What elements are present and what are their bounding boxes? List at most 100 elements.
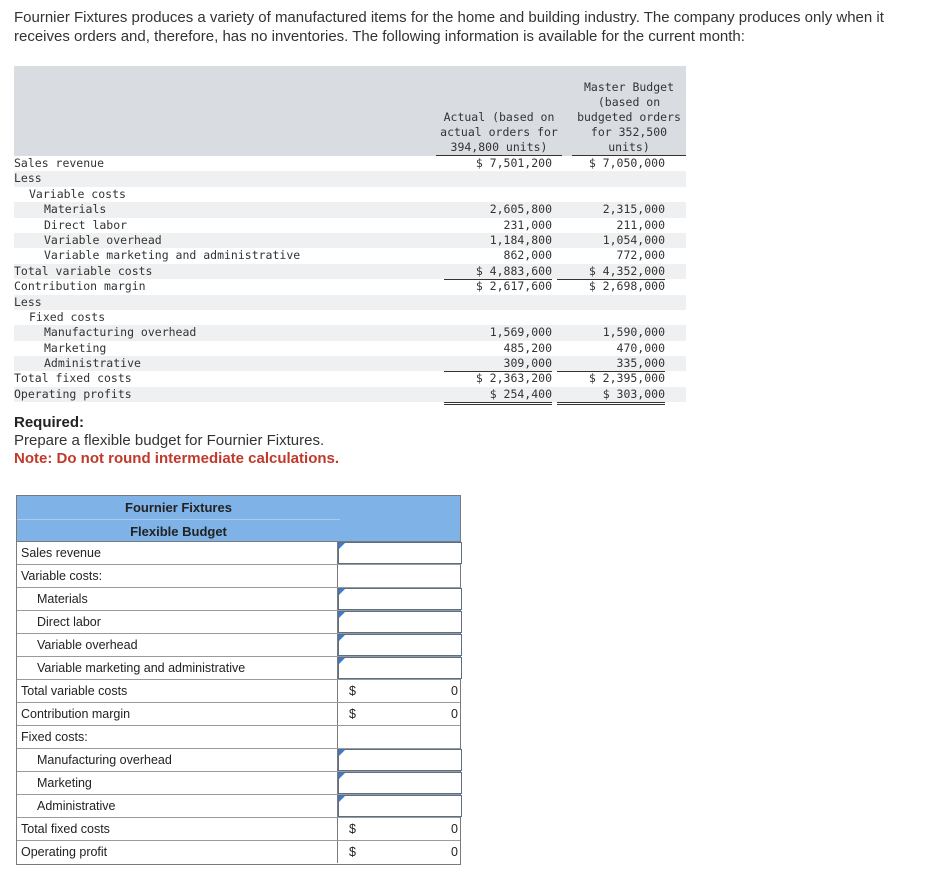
calculated-value: $0 (338, 818, 461, 840)
input-marker-icon (339, 635, 345, 641)
data-table-row: Administrative 309,000 335,000 (14, 356, 686, 373)
input-marker-icon (339, 750, 345, 756)
master-value: 2,315,000 (602, 202, 665, 217)
answer-row: Total fixed costs $0 (17, 818, 460, 841)
row-label: Variable marketing and administrative (44, 248, 301, 263)
answer-row-label: Fixed costs: (21, 730, 88, 744)
answer-row-label: Variable overhead (37, 638, 138, 652)
answer-row-label: Sales revenue (21, 546, 101, 560)
calculated-number: 0 (451, 822, 458, 836)
master-value: $ 2,698,000 (588, 279, 665, 294)
master-header-line: for 352,500 (590, 125, 668, 139)
answer-input-field[interactable] (338, 634, 462, 656)
answer-input-field[interactable] (338, 657, 462, 679)
dollar-sign: $ (349, 707, 356, 721)
answer-value-cell (337, 795, 462, 817)
actual-header-line: Actual (based on (443, 110, 555, 124)
answer-row: Contribution margin $0 (17, 703, 460, 726)
data-table-row: Marketing 485,200 470,000 (14, 341, 686, 356)
input-marker-icon (339, 796, 345, 802)
master-header-line: Master Budget (583, 80, 674, 94)
answer-input-field[interactable] (338, 588, 462, 610)
answer-row: Variable costs: (17, 565, 460, 588)
answer-row: Total variable costs $0 (17, 680, 460, 703)
answer-row: Administrative (17, 795, 462, 818)
data-table-row: Variable overhead 1,184,800 1,054,000 (14, 232, 686, 249)
answer-row-label: Operating profit (21, 845, 108, 859)
master-header-line: units) (572, 140, 686, 156)
answer-row: Manufacturing overhead (17, 749, 462, 772)
answer-row-label: Marketing (37, 776, 92, 790)
answer-row: Variable marketing and administrative (17, 657, 462, 680)
answer-row-label: Materials (37, 592, 88, 606)
master-value: $ 303,000 (557, 387, 665, 406)
answer-row-label: Direct labor (37, 615, 101, 629)
master-header-line: budgeted orders (577, 110, 681, 124)
company-name: Fournier Fixtures (125, 500, 232, 515)
calculated-number: 0 (451, 845, 458, 859)
data-table-header: Actual (based on actual orders for 394,8… (14, 66, 686, 156)
master-value: 1,590,000 (602, 325, 665, 340)
answer-input-field[interactable] (338, 772, 462, 794)
row-label: Operating profits (14, 386, 132, 401)
data-table-row: Variable costs (14, 187, 686, 202)
actual-value: $ 7,501,200 (444, 156, 552, 173)
answer-value-cell (337, 749, 462, 771)
data-table-row: Total variable costs $ 4,883,600 $ 4,352,0… (14, 263, 686, 281)
required-text: Prepare a flexible budget for Fournier F… (14, 432, 325, 449)
answer-input-field[interactable] (338, 749, 462, 771)
input-marker-icon (339, 589, 345, 595)
data-table-row: Less (14, 294, 686, 310)
row-label: Variable costs (29, 186, 126, 201)
master-column-header: Master Budget (based on budgeted orders … (572, 66, 686, 156)
dollar-sign: $ (349, 822, 356, 836)
actual-value: 309,000 (444, 356, 552, 373)
row-label: Total fixed costs (14, 371, 132, 386)
answer-value-cell (337, 772, 462, 794)
actual-value: 1,184,800 (489, 232, 552, 247)
data-table-row: Manufacturing overhead 1,569,000 1,590,000 (14, 325, 686, 341)
answer-value-cell (337, 542, 462, 564)
row-label: Direct labor (44, 217, 128, 232)
data-table-row: Sales revenue $ 7,501,200 $ 7,050,000 (14, 156, 686, 173)
master-header-line: (based on (597, 95, 661, 109)
budget-data-table: Actual (based on actual orders for 394,8… (14, 66, 686, 406)
row-label: Manufacturing overhead (44, 325, 197, 340)
answer-value-cell (337, 634, 462, 656)
answer-value-cell: $0 (337, 680, 461, 702)
answer-value-cell (337, 657, 462, 679)
problem-intro: Fournier Fixtures produces a variety of … (14, 9, 884, 45)
answer-value-cell (337, 565, 461, 587)
master-value: 211,000 (616, 217, 665, 232)
row-label: Administrative (44, 356, 141, 371)
flexible-budget-answer-table: Fournier Fixtures Flexible Budget Sales … (16, 495, 462, 865)
answer-row-label: Total variable costs (21, 684, 128, 698)
calculated-number: 0 (451, 684, 458, 698)
required-heading: Required: (14, 414, 85, 431)
answer-value-cell: $0 (337, 841, 461, 863)
data-table-body: Sales revenue $ 7,501,200 $ 7,050,000 Less V… (14, 156, 686, 406)
answer-row: Marketing (17, 772, 462, 795)
answer-input-field[interactable] (338, 542, 462, 564)
calculated-value: $0 (338, 680, 461, 702)
actual-value: 231,000 (503, 217, 552, 232)
row-label: Variable overhead (44, 232, 162, 247)
actual-column-header: Actual (based on actual orders for 394,8… (436, 66, 562, 156)
row-label: Sales revenue (14, 156, 105, 170)
answer-row-label: Administrative (37, 799, 116, 813)
data-table-row: Direct labor 231,000 211,000 (14, 218, 686, 233)
input-marker-icon (339, 658, 345, 664)
calculated-value: $0 (338, 841, 461, 863)
data-table-row: Contribution margin $ 2,617,600 $ 2,698,00… (14, 279, 686, 294)
actual-header-line: 394,800 units) (436, 140, 562, 156)
answer-input-field[interactable] (338, 611, 462, 633)
required-note: Note: Do not round intermediate calculat… (14, 450, 340, 467)
data-table-row: Fixed costs (14, 310, 686, 325)
required-section: Required: Prepare a flexible budget for … (14, 414, 339, 468)
master-value: 335,000 (557, 356, 665, 373)
answer-row: Materials (17, 588, 462, 611)
answer-input-field[interactable] (338, 795, 462, 817)
calculated-value: $0 (338, 703, 461, 725)
actual-value: 2,605,800 (489, 202, 552, 217)
answer-value-cell: $0 (337, 818, 461, 840)
